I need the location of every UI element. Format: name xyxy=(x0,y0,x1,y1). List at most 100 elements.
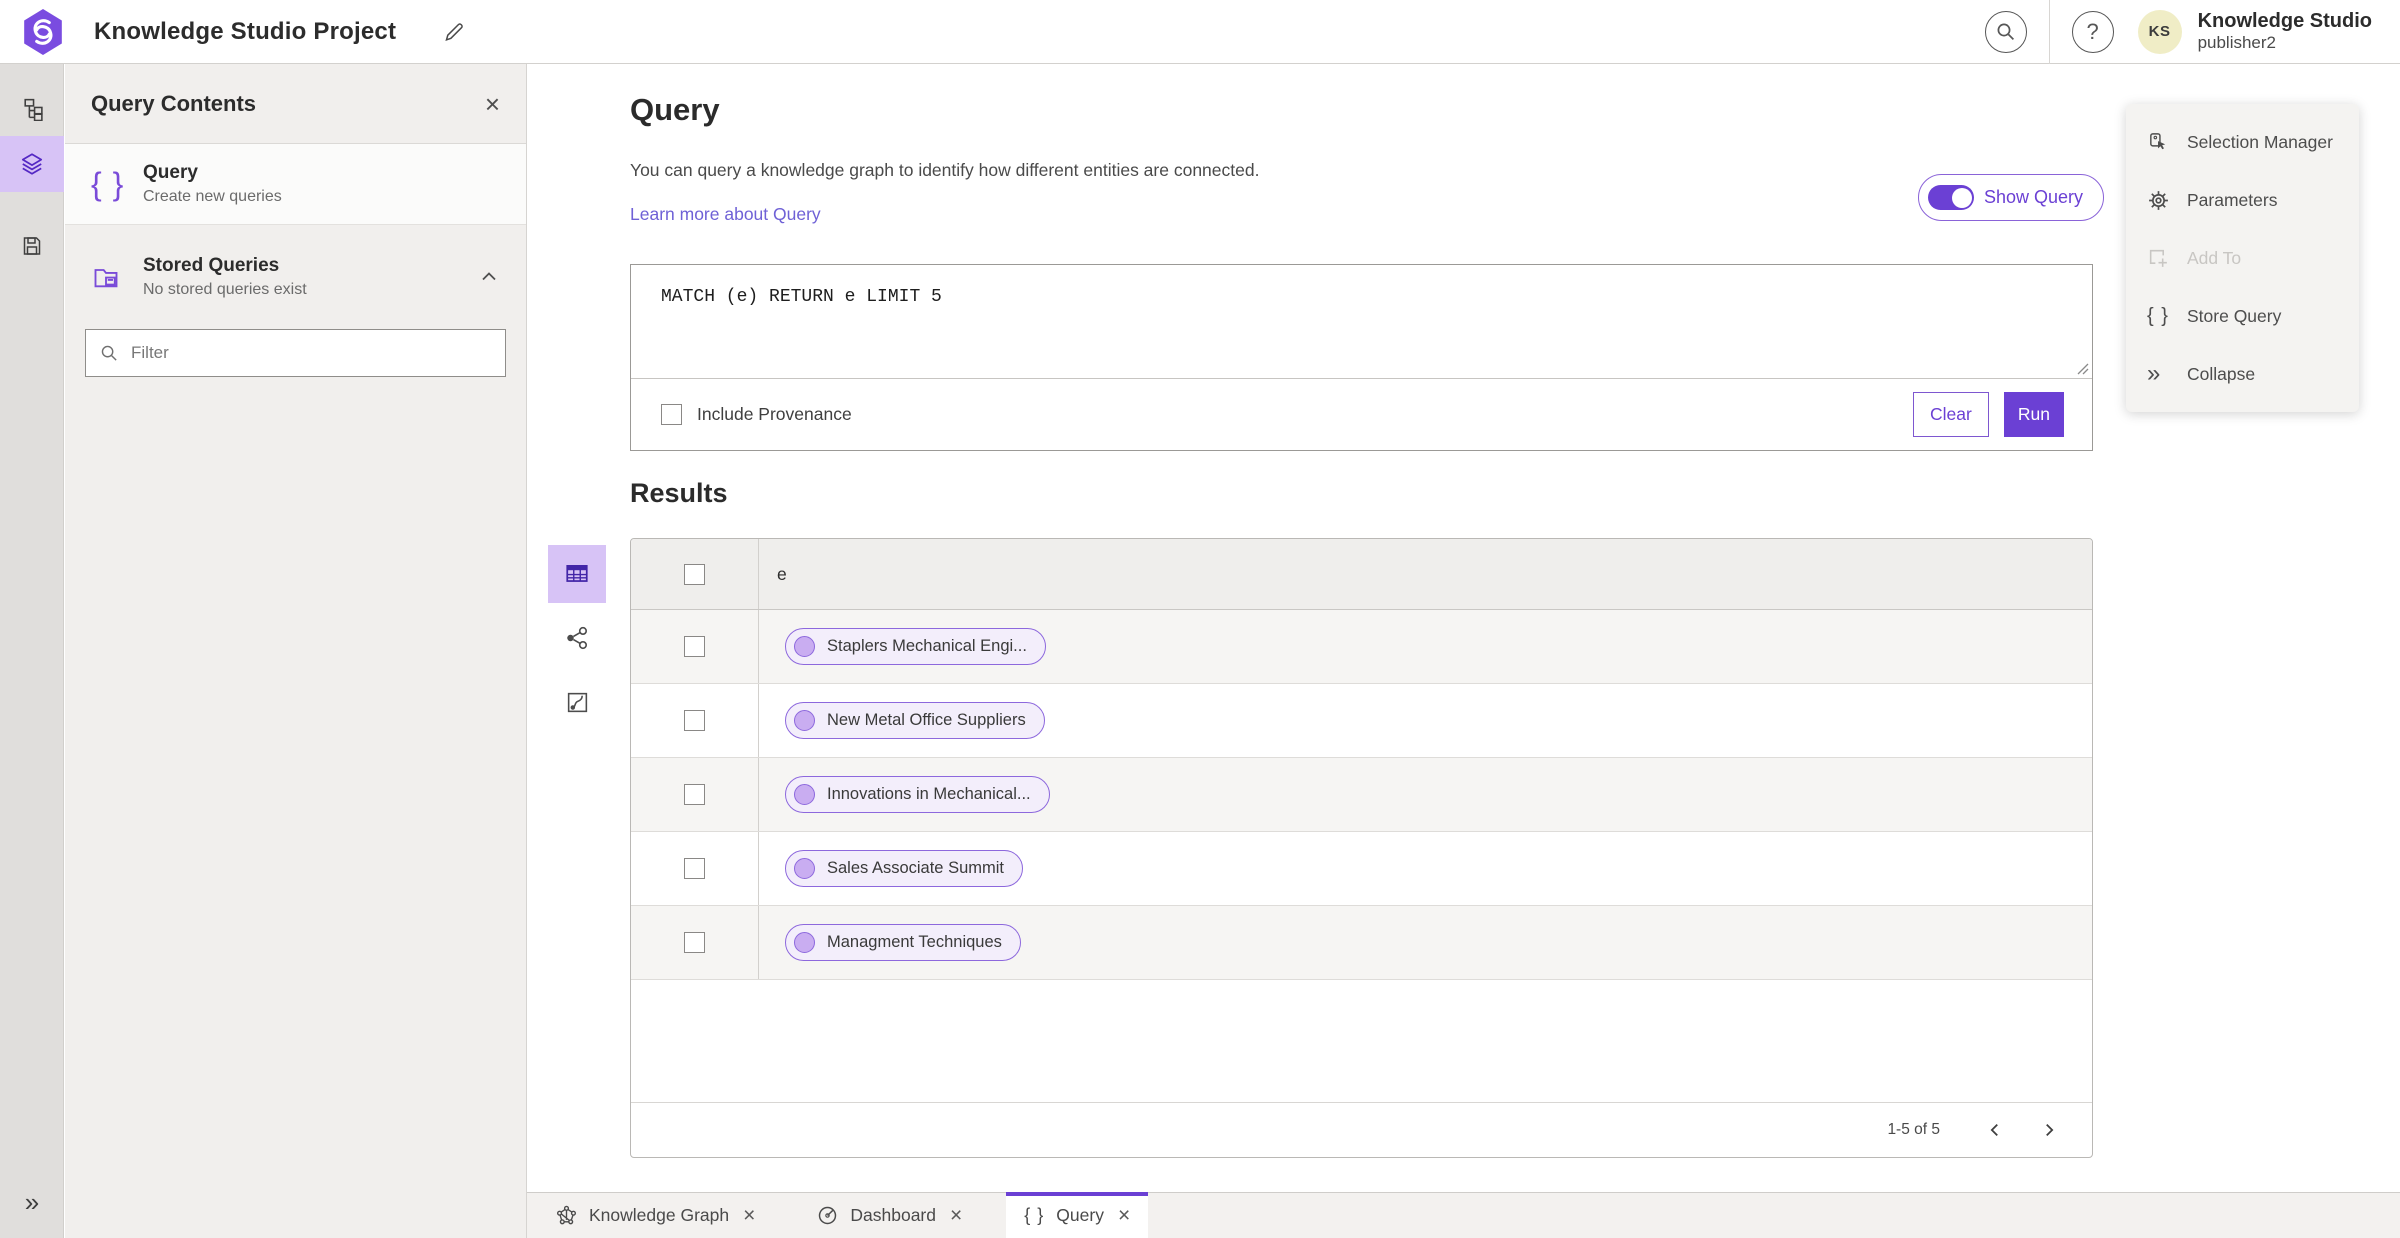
app-header: Knowledge Studio Project ? KS Knowledge … xyxy=(0,0,2400,64)
table-footer: 1-5 of 5 xyxy=(631,1102,2092,1157)
run-button[interactable]: Run xyxy=(2003,392,2064,437)
learn-more-link[interactable]: Learn more about Query xyxy=(630,204,821,225)
tab-dashboard[interactable]: Dashboard × xyxy=(799,1193,980,1238)
expand-icon: » xyxy=(24,1186,40,1217)
table-row[interactable]: Managment Techniques xyxy=(631,906,2092,980)
table-row[interactable]: Sales Associate Summit xyxy=(631,832,2092,906)
search-icon xyxy=(1996,22,2016,42)
clear-button[interactable]: Clear xyxy=(1912,392,1989,437)
chevron-up-icon[interactable] xyxy=(478,266,500,288)
entity-dot-icon xyxy=(794,932,815,953)
selection-manager-button[interactable]: Selection Manager xyxy=(2126,113,2359,171)
header-divider xyxy=(2048,0,2050,64)
layers-icon xyxy=(19,151,45,177)
add-to-label: Add To xyxy=(2187,247,2242,268)
dashboard-gauge-icon xyxy=(817,1205,838,1226)
row-checkbox[interactable] xyxy=(684,858,705,879)
filter-search-icon xyxy=(100,344,119,363)
pagination-label: 1-5 of 5 xyxy=(1887,1121,1940,1138)
data-model-icon xyxy=(20,96,45,121)
query-description: You can query a knowledge graph to ident… xyxy=(630,160,1260,180)
account-info[interactable]: Knowledge Studio publisher2 xyxy=(2198,10,2372,54)
close-icon[interactable]: × xyxy=(1118,1205,1130,1226)
tab-knowledge-graph[interactable]: Knowledge Graph × xyxy=(538,1193,773,1238)
header-checkbox-cell xyxy=(631,539,759,609)
row-checkbox[interactable] xyxy=(684,636,705,657)
tab-label: Query xyxy=(1056,1205,1104,1225)
header-actions: ? KS Knowledge Studio publisher2 xyxy=(1984,0,2400,64)
account-username: publisher2 xyxy=(2197,33,2277,53)
entity-label: Sales Associate Summit xyxy=(827,859,1004,877)
show-query-toggle[interactable]: Show Query xyxy=(1918,174,2105,221)
sidebar-item-save[interactable] xyxy=(0,218,64,274)
sidebar-item-layers[interactable] xyxy=(0,136,64,192)
entity-dot-icon xyxy=(794,784,815,805)
next-page-button[interactable] xyxy=(2030,1111,2068,1149)
results-table: e Staplers Mechanical Engi... New Metal … xyxy=(630,538,2093,1158)
select-all-checkbox[interactable] xyxy=(684,563,705,585)
tab-query[interactable]: { } Query × xyxy=(1006,1192,1149,1238)
tab-label: Knowledge Graph xyxy=(589,1205,730,1225)
collapse-icon: » xyxy=(2147,360,2161,387)
query-tools-panel: Selection Manager Parameters Add To { } … xyxy=(2126,104,2359,412)
table-row[interactable]: Innovations in Mechanical... xyxy=(631,758,2092,832)
query-editor: MATCH (e) RETURN e LIMIT 5 Include Prove… xyxy=(630,264,2093,451)
row-checkbox[interactable] xyxy=(684,710,705,731)
filter-input[interactable] xyxy=(131,343,491,363)
sidebar-item-data-model[interactable] xyxy=(0,80,64,136)
chevron-left-icon xyxy=(1986,1121,2004,1139)
entity-label: Staplers Mechanical Engi... xyxy=(827,637,1027,655)
query-textarea[interactable]: MATCH (e) RETURN e LIMIT 5 xyxy=(631,265,2092,378)
toggle-knob xyxy=(1951,187,1972,208)
query-contents-panel: Query Contents × { } Query Create new qu… xyxy=(65,64,527,1238)
search-button[interactable] xyxy=(1984,10,2027,53)
help-icon: ? xyxy=(2086,18,2099,44)
column-header-e: e xyxy=(777,563,787,584)
knowledge-graph-icon xyxy=(556,1205,577,1226)
previous-page-button[interactable] xyxy=(1976,1111,2014,1149)
panel-close-icon[interactable]: × xyxy=(485,91,500,117)
store-query-label: Store Query xyxy=(2187,305,2282,326)
project-title: Knowledge Studio Project xyxy=(94,17,397,45)
collapse-button[interactable]: » Collapse xyxy=(2126,345,2359,403)
stored-queries-label: Stored Queries xyxy=(143,255,280,276)
stored-queries-folder-icon xyxy=(91,263,143,291)
table-row[interactable]: New Metal Office Suppliers xyxy=(631,684,2092,758)
close-icon[interactable]: × xyxy=(950,1205,962,1226)
entity-dot-icon xyxy=(794,858,815,879)
entity-dot-icon xyxy=(794,710,815,731)
store-query-button[interactable]: { } Store Query xyxy=(2126,287,2359,345)
entity-chip[interactable]: Staplers Mechanical Engi... xyxy=(785,628,1046,665)
edit-title-pencil-icon[interactable] xyxy=(442,20,466,44)
row-checkbox[interactable] xyxy=(684,784,705,805)
gear-icon xyxy=(2147,189,2187,212)
entity-label: Innovations in Mechanical... xyxy=(827,785,1031,803)
row-checkbox[interactable] xyxy=(684,932,705,953)
avatar[interactable]: KS xyxy=(2137,9,2182,54)
table-row[interactable]: Staplers Mechanical Engi... xyxy=(631,610,2092,684)
include-provenance-checkbox[interactable] xyxy=(661,404,682,425)
entity-chip[interactable]: Innovations in Mechanical... xyxy=(785,776,1050,813)
bottom-tab-bar: Knowledge Graph × Dashboard × { } Query … xyxy=(527,1192,2400,1238)
table-header-row: e xyxy=(631,539,2092,610)
link-graph-view-icon xyxy=(564,625,590,651)
panel-item-query[interactable]: { } Query Create new queries xyxy=(65,144,526,225)
app-logo-icon xyxy=(22,8,64,55)
query-item-sublabel: Create new queries xyxy=(143,188,282,205)
link-graph-view-button[interactable] xyxy=(548,609,606,667)
entity-label: Managment Techniques xyxy=(827,933,1002,951)
close-icon[interactable]: × xyxy=(743,1205,755,1226)
help-button[interactable]: ? xyxy=(2071,10,2114,53)
parameters-button[interactable]: Parameters xyxy=(2126,171,2359,229)
table-view-button[interactable] xyxy=(548,545,606,603)
account-name: Knowledge Studio xyxy=(2197,9,2372,32)
link-chart-view-button[interactable] xyxy=(548,673,606,731)
entity-dot-icon xyxy=(794,636,815,657)
entity-chip[interactable]: Managment Techniques xyxy=(785,924,1021,961)
sidebar-expand-button[interactable]: » xyxy=(0,1182,64,1222)
entity-chip[interactable]: New Metal Office Suppliers xyxy=(785,702,1045,739)
save-icon xyxy=(20,234,44,258)
link-chart-view-icon xyxy=(565,690,590,715)
entity-chip[interactable]: Sales Associate Summit xyxy=(785,850,1023,887)
panel-item-stored-queries[interactable]: Stored Queries No stored queries exist xyxy=(65,239,526,299)
